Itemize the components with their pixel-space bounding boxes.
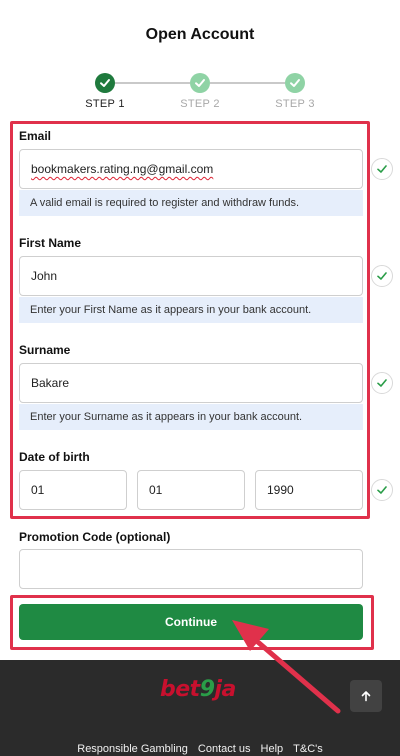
email-label: Email [19,129,52,143]
step-2-label: STEP 2 [180,98,220,110]
step-connector [210,82,285,84]
email-helper-text: A valid email is required to register an… [19,190,363,216]
surname-label: Surname [19,343,71,357]
footer-link-contact-us[interactable]: Contact us [198,743,251,755]
footer-link-tcs[interactable]: T&C's [293,743,323,755]
arrow-up-icon [361,691,371,702]
registration-stepper: STEP 1 STEP 2 STEP 3 [0,73,400,113]
first-name-label: First Name [19,236,82,250]
footer-links: Responsible Gambling Contact us Help T&C… [0,743,400,755]
dob-valid-check-icon [371,479,393,501]
site-footer: bet9ja Responsible Gambling Contact us H… [0,660,400,756]
dob-year-field[interactable]: 1990 [255,470,363,510]
bet9ja-logo: bet9ja [160,677,236,702]
page-title: Open Account [145,26,255,43]
dob-day-field[interactable]: 01 [19,470,127,510]
surname-helper-text: Enter your Surname as it appears in your… [19,404,363,430]
promo-code-field[interactable] [19,549,363,589]
surname-valid-check-icon [371,372,393,394]
step-1-label: STEP 1 [85,98,125,110]
dob-year-value: 1990 [267,483,294,497]
dob-month-value: 01 [149,483,163,497]
step-connector [115,82,190,84]
email-field[interactable]: bookmakers.rating.ng@gmail.com [19,149,363,189]
step-1-check-icon [95,73,115,93]
first-name-value: John [31,269,58,283]
first-name-field[interactable]: John [19,256,363,296]
dob-day-value: 01 [31,483,45,497]
email-value: bookmakers.rating.ng@gmail.com [31,162,214,176]
first-name-helper-text: Enter your First Name as it appears in y… [19,297,363,323]
email-valid-check-icon [371,158,393,180]
continue-button[interactable]: Continue [19,604,363,640]
first-name-valid-check-icon [371,265,393,287]
promo-code-label: Promotion Code (optional) [19,530,171,544]
scroll-to-top-button[interactable] [350,680,382,712]
dob-label: Date of birth [19,450,90,464]
step-3-label: STEP 3 [275,98,315,110]
step-3-check-icon [285,73,305,93]
surname-field[interactable]: Bakare [19,363,363,403]
dob-month-field[interactable]: 01 [137,470,245,510]
step-2-check-icon [190,73,210,93]
surname-value: Bakare [31,376,70,390]
footer-link-help[interactable]: Help [261,743,284,755]
footer-link-responsible-gambling[interactable]: Responsible Gambling [77,743,188,755]
